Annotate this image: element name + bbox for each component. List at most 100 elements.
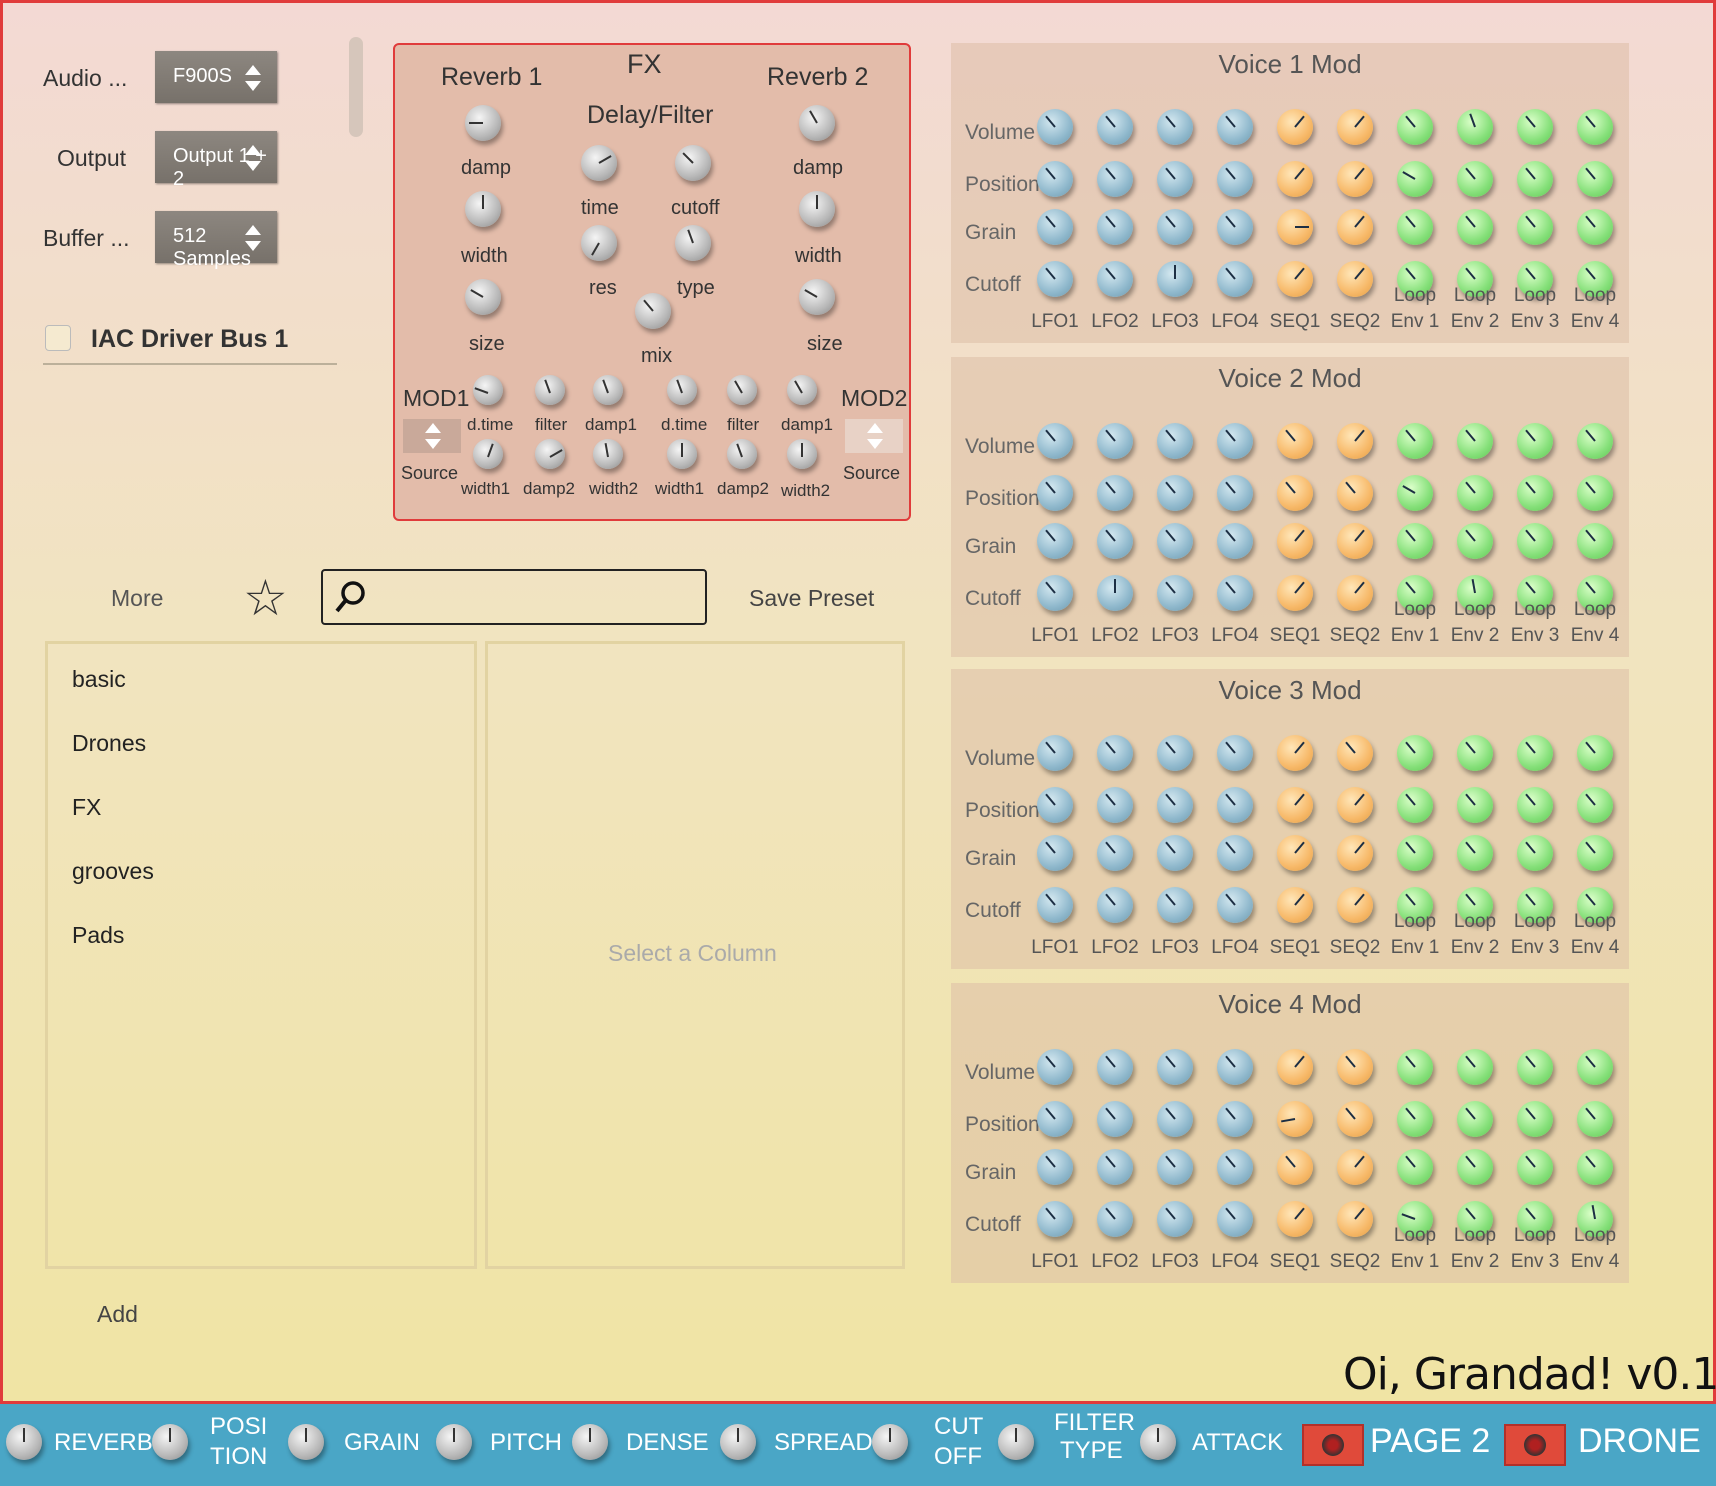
reverb2-damp-knob[interactable] <box>799 105 835 141</box>
more-button[interactable]: More <box>111 585 163 612</box>
mod-knob[interactable] <box>1337 887 1373 923</box>
mod-knob[interactable] <box>1037 523 1073 559</box>
mod-knob[interactable] <box>1277 1149 1313 1185</box>
mod-knob[interactable] <box>1037 1049 1073 1085</box>
mod-knob[interactable] <box>1577 735 1613 771</box>
mod-knob[interactable] <box>1517 109 1553 145</box>
mod-knob[interactable] <box>1457 109 1493 145</box>
mod-knob[interactable] <box>1577 523 1613 559</box>
mod2-damp2-knob[interactable] <box>727 439 757 469</box>
mod-knob[interactable] <box>1217 1201 1253 1237</box>
mod-knob[interactable] <box>1217 835 1253 871</box>
mod-knob[interactable] <box>1037 261 1073 297</box>
mod-knob[interactable] <box>1277 423 1313 459</box>
mod-knob[interactable] <box>1277 575 1313 611</box>
mod-knob[interactable] <box>1397 1149 1433 1185</box>
page2-toggle[interactable] <box>1302 1424 1364 1466</box>
mod-knob[interactable] <box>1577 1149 1613 1185</box>
mod-knob[interactable] <box>1037 109 1073 145</box>
mod-knob[interactable] <box>1277 1049 1313 1085</box>
mod-knob[interactable] <box>1457 423 1493 459</box>
category-item[interactable]: basic <box>72 666 126 693</box>
filter-res-knob[interactable] <box>581 225 617 261</box>
mod-knob[interactable] <box>1037 1149 1073 1185</box>
mod1-dtime-knob[interactable] <box>473 375 503 405</box>
mod2-dtime-knob[interactable] <box>667 375 697 405</box>
filter-type-knob[interactable] <box>998 1424 1034 1460</box>
mod2-source-select[interactable] <box>845 419 903 453</box>
search-input[interactable] <box>321 569 707 625</box>
mod-knob[interactable] <box>1217 109 1253 145</box>
mod-knob[interactable] <box>1397 523 1433 559</box>
mod-knob[interactable] <box>1457 735 1493 771</box>
mod-knob[interactable] <box>1037 735 1073 771</box>
mod-knob[interactable] <box>1337 787 1373 823</box>
mod-knob[interactable] <box>1337 1049 1373 1085</box>
mod-knob[interactable] <box>1157 575 1193 611</box>
mod-knob[interactable] <box>1157 209 1193 245</box>
mod-knob[interactable] <box>1517 475 1553 511</box>
mod2-width1-knob[interactable] <box>667 439 697 469</box>
mod2-width2-knob[interactable] <box>787 439 817 469</box>
mod-knob[interactable] <box>1037 1101 1073 1137</box>
mod-knob[interactable] <box>1037 835 1073 871</box>
mod-knob[interactable] <box>1037 575 1073 611</box>
mod-knob[interactable] <box>1157 109 1193 145</box>
position-knob[interactable] <box>152 1424 188 1460</box>
mod-knob[interactable] <box>1457 1049 1493 1085</box>
mod-knob[interactable] <box>1217 423 1253 459</box>
mod-knob[interactable] <box>1157 1149 1193 1185</box>
fx-mix-knob[interactable] <box>635 293 671 329</box>
mod-knob[interactable] <box>1157 887 1193 923</box>
mod1-damp1-knob[interactable] <box>593 375 623 405</box>
reverb1-damp-knob[interactable] <box>465 105 501 141</box>
mod-knob[interactable] <box>1517 1101 1553 1137</box>
mod-knob[interactable] <box>1217 787 1253 823</box>
mod-knob[interactable] <box>1037 209 1073 245</box>
mod-knob[interactable] <box>1457 1149 1493 1185</box>
grain-knob[interactable] <box>288 1424 324 1460</box>
mod-knob[interactable] <box>1037 787 1073 823</box>
mod-knob[interactable] <box>1397 209 1433 245</box>
mod-knob[interactable] <box>1337 835 1373 871</box>
mod-knob[interactable] <box>1277 887 1313 923</box>
mod-knob[interactable] <box>1097 261 1133 297</box>
mod-knob[interactable] <box>1577 423 1613 459</box>
mod-knob[interactable] <box>1097 787 1133 823</box>
mod-knob[interactable] <box>1517 1049 1553 1085</box>
mod-knob[interactable] <box>1517 161 1553 197</box>
mod1-filter-knob[interactable] <box>535 375 565 405</box>
mod-knob[interactable] <box>1157 1049 1193 1085</box>
pitch-knob[interactable] <box>436 1424 472 1460</box>
mod-knob[interactable] <box>1217 735 1253 771</box>
mod-knob[interactable] <box>1217 1101 1253 1137</box>
mod-knob[interactable] <box>1337 475 1373 511</box>
mod-knob[interactable] <box>1157 787 1193 823</box>
mod1-width1-knob[interactable] <box>473 439 503 469</box>
mod-knob[interactable] <box>1097 523 1133 559</box>
reverb2-size-knob[interactable] <box>799 279 835 315</box>
mod2-filter-knob[interactable] <box>727 375 757 405</box>
mod-knob[interactable] <box>1517 835 1553 871</box>
mod-knob[interactable] <box>1577 1049 1613 1085</box>
mod-knob[interactable] <box>1457 523 1493 559</box>
mod-knob[interactable] <box>1277 475 1313 511</box>
mod-knob[interactable] <box>1037 161 1073 197</box>
mod1-width2-knob[interactable] <box>593 439 623 469</box>
mod-knob[interactable] <box>1157 161 1193 197</box>
midi-checkbox[interactable] <box>45 325 71 351</box>
mod-knob[interactable] <box>1397 161 1433 197</box>
mod-knob[interactable] <box>1097 1149 1133 1185</box>
mod-knob[interactable] <box>1097 161 1133 197</box>
mod-knob[interactable] <box>1517 209 1553 245</box>
mod-knob[interactable] <box>1337 209 1373 245</box>
output-select[interactable]: Output 1 + 2 <box>155 131 277 190</box>
mod-knob[interactable] <box>1217 161 1253 197</box>
mod-knob[interactable] <box>1337 1101 1373 1137</box>
mod-knob[interactable] <box>1217 523 1253 559</box>
favorite-star-icon[interactable]: ☆ <box>243 573 288 623</box>
mod-knob[interactable] <box>1457 209 1493 245</box>
scrollbar[interactable] <box>349 37 363 137</box>
mod-knob[interactable] <box>1397 787 1433 823</box>
mod-knob[interactable] <box>1397 109 1433 145</box>
